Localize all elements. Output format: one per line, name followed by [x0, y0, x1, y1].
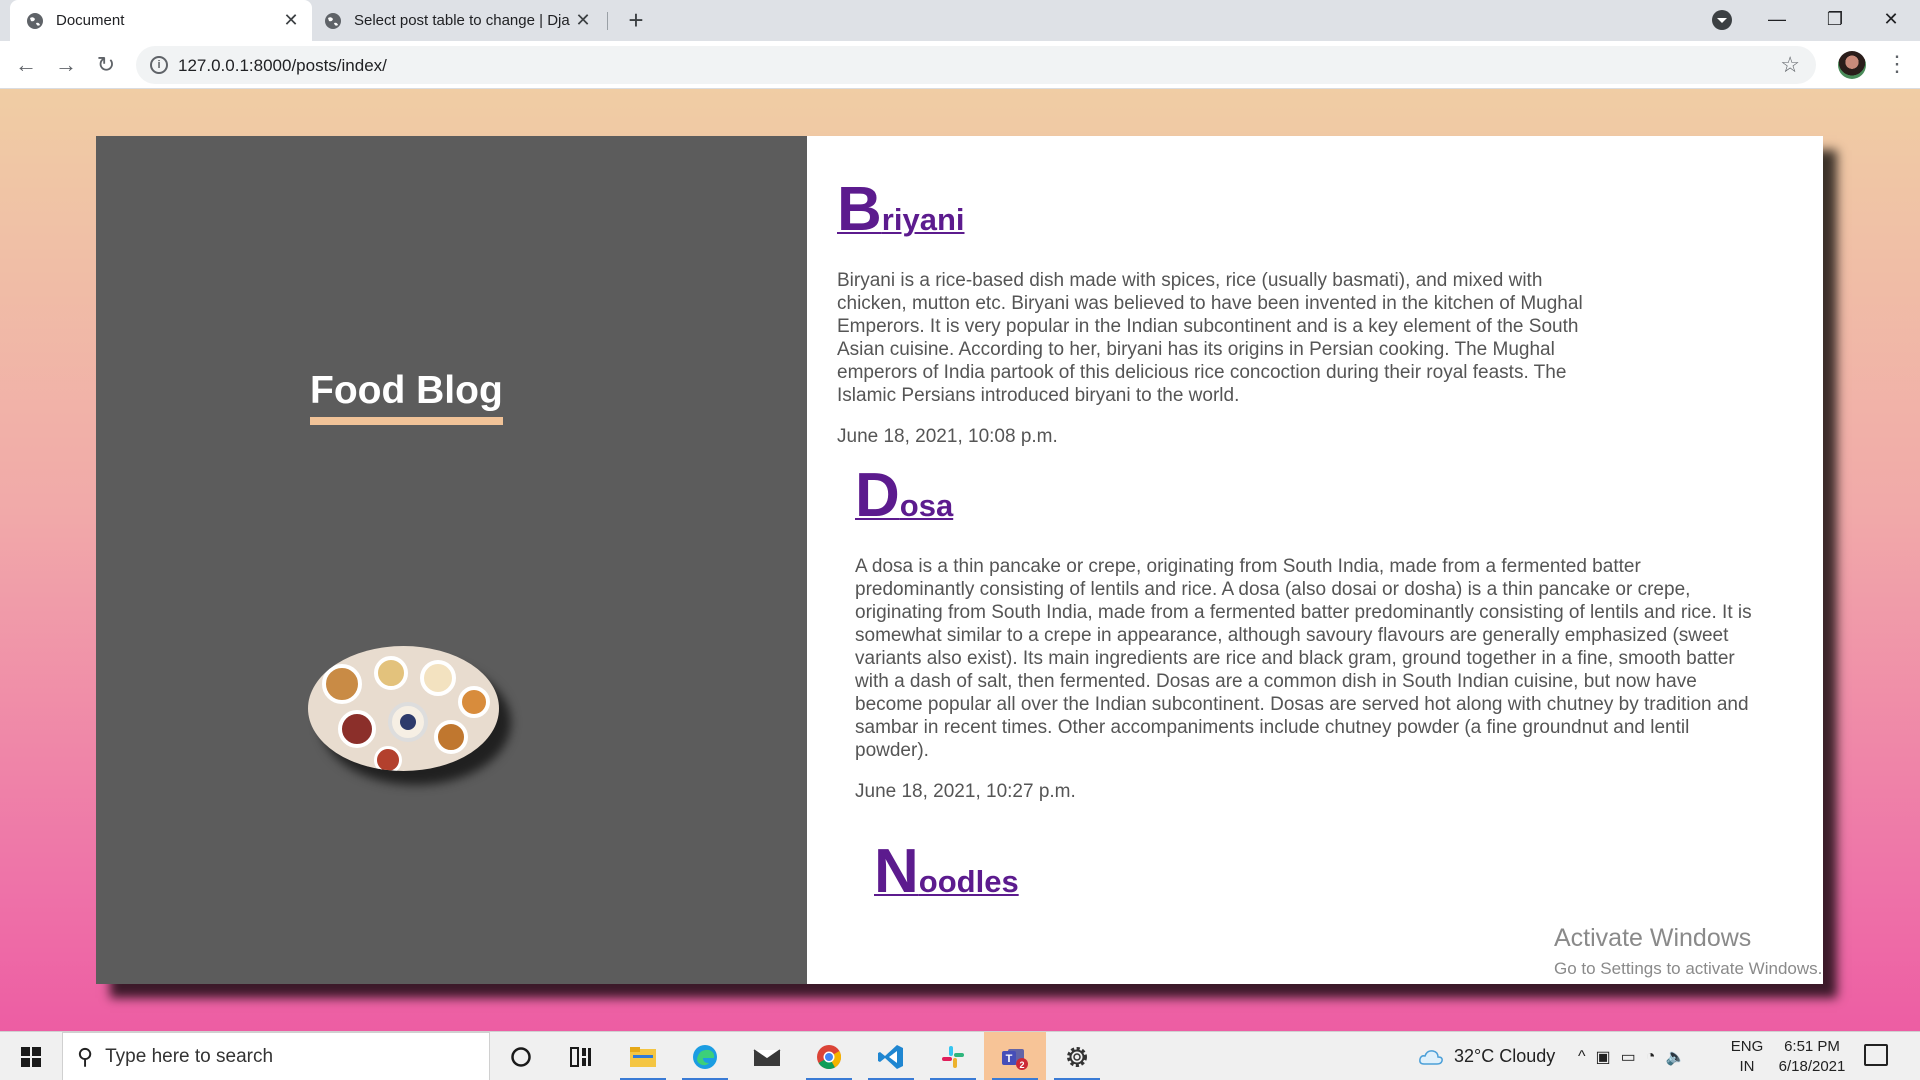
- posts-panel: Briyani Biryani is a rice-based dish mad…: [807, 136, 1823, 984]
- minimize-button[interactable]: —: [1748, 0, 1806, 38]
- weather-widget[interactable]: 32°C Cloudy: [1418, 1032, 1555, 1080]
- more-menu-icon[interactable]: ⋮: [1886, 51, 1908, 79]
- globe-icon: [325, 12, 341, 29]
- post-date: June 18, 2021, 10:27 p.m.: [855, 781, 1076, 802]
- cloud-icon: [1419, 1049, 1443, 1065]
- post-title: Noodles: [874, 836, 1774, 907]
- post-body: Biryani is a rice-based dish made with s…: [837, 270, 1583, 406]
- search-icon: ⚲: [77, 1043, 94, 1069]
- cortana-icon[interactable]: [490, 1032, 552, 1080]
- forward-arrow-icon[interactable]: →: [50, 49, 82, 81]
- browser-toolbar: ← → ↻ i 127.0.0.1:8000/posts/index/ ☆ ⋮: [0, 41, 1920, 89]
- tab-document[interactable]: Document ✕: [10, 0, 312, 41]
- taskbar-clock[interactable]: 6:51 PM 6/18/2021: [1770, 1037, 1854, 1077]
- language-indicator[interactable]: ENG IN: [1728, 1037, 1766, 1077]
- notification-icon[interactable]: [1864, 1044, 1888, 1066]
- battery-icon[interactable]: ▭: [1621, 1047, 1646, 1067]
- taskbar-search-box[interactable]: ⚲ Type here to search: [62, 1032, 490, 1080]
- watermark-line2: Go to Settings to activate Windows.: [1554, 959, 1823, 978]
- back-arrow-icon[interactable]: ←: [10, 49, 42, 81]
- blog-card: Food Blog Briyani Biryani is a rice-base…: [96, 136, 1823, 984]
- close-tab-icon[interactable]: ✕: [278, 10, 304, 31]
- food-image: [308, 646, 499, 771]
- tab-django-admin[interactable]: Select post table to change | Djan ✕: [316, 0, 604, 41]
- search-placeholder: Type here to search: [105, 1045, 274, 1067]
- bookmark-star-icon[interactable]: ☆: [1780, 52, 1800, 78]
- post-item: Dosa A dosa is a thin pancake or crepe, …: [855, 460, 1755, 803]
- clock-time: 6:51 PM: [1784, 1038, 1840, 1055]
- globe-icon: [27, 12, 43, 29]
- wifi-icon[interactable]: ◔: [1646, 1048, 1666, 1066]
- site-info-icon[interactable]: i: [150, 56, 168, 74]
- clock-date: 6/18/2021: [1778, 1058, 1846, 1075]
- page-viewport: Food Blog Briyani Biryani is a rice-base…: [0, 89, 1920, 1031]
- slack-icon[interactable]: [922, 1032, 984, 1080]
- weather-text: 32°C Cloudy: [1454, 1046, 1556, 1066]
- post-item: Noodles: [874, 836, 1774, 907]
- reload-icon[interactable]: ↻: [90, 49, 122, 81]
- tab-title: Select post table to change | Djan: [354, 12, 570, 29]
- windows-taskbar: ⚲ Type here to search T2 32°C Cloudy ^ ▣…: [0, 1031, 1920, 1080]
- address-bar[interactable]: i 127.0.0.1:8000/posts/index/ ☆: [136, 46, 1816, 84]
- browser-tab-bar: Document ✕ Select post table to change |…: [0, 0, 1920, 41]
- left-panel: Food Blog: [96, 136, 807, 984]
- post-body: A dosa is a thin pancake or crepe, origi…: [855, 556, 1752, 761]
- activate-windows-watermark: Activate Windows Go to Settings to activ…: [1554, 924, 1822, 979]
- svg-text:T: T: [1006, 1053, 1013, 1065]
- svg-text:2: 2: [1019, 1060, 1024, 1070]
- tab-divider: [607, 12, 608, 30]
- new-tab-button[interactable]: +: [622, 6, 650, 34]
- post-title-link[interactable]: Dosa: [855, 461, 953, 530]
- tab-search-icon[interactable]: [1712, 10, 1732, 30]
- system-tray-icons[interactable]: ^ ▣ ▭ ◔ 🔈: [1578, 1032, 1695, 1080]
- post-item: Briyani Biryani is a rice-based dish mad…: [837, 174, 1599, 448]
- meet-now-icon[interactable]: ▣: [1596, 1047, 1621, 1067]
- profile-avatar[interactable]: [1838, 51, 1866, 79]
- vscode-icon[interactable]: [860, 1032, 922, 1080]
- chevron-up-icon[interactable]: ^: [1578, 1048, 1596, 1066]
- blog-title: Food Blog: [310, 369, 503, 425]
- file-explorer-icon[interactable]: [612, 1032, 674, 1080]
- teams-icon[interactable]: T2: [984, 1032, 1046, 1080]
- post-title-link[interactable]: Noodles: [874, 837, 1019, 906]
- post-title: Dosa: [855, 460, 1755, 531]
- task-view-icon[interactable]: [550, 1032, 612, 1080]
- edge-browser-icon[interactable]: [674, 1032, 736, 1080]
- volume-icon[interactable]: 🔈: [1665, 1047, 1695, 1067]
- post-title: Briyani: [837, 174, 1599, 245]
- watermark-line1: Activate Windows: [1554, 924, 1752, 952]
- url-text[interactable]: 127.0.0.1:8000/posts/index/: [178, 56, 387, 76]
- post-date: June 18, 2021, 10:08 p.m.: [837, 426, 1058, 447]
- mail-icon[interactable]: [736, 1032, 798, 1080]
- post-title-link[interactable]: Briyani: [837, 175, 965, 244]
- tab-title: Document: [56, 12, 125, 29]
- settings-gear-icon[interactable]: [1046, 1032, 1108, 1080]
- chrome-icon[interactable]: [798, 1032, 860, 1080]
- close-tab-icon[interactable]: ✕: [570, 10, 596, 31]
- close-window-button[interactable]: ✕: [1862, 0, 1920, 38]
- start-button[interactable]: [0, 1032, 62, 1080]
- windows-logo-icon: [21, 1046, 41, 1067]
- restore-button[interactable]: ❐: [1806, 0, 1864, 38]
